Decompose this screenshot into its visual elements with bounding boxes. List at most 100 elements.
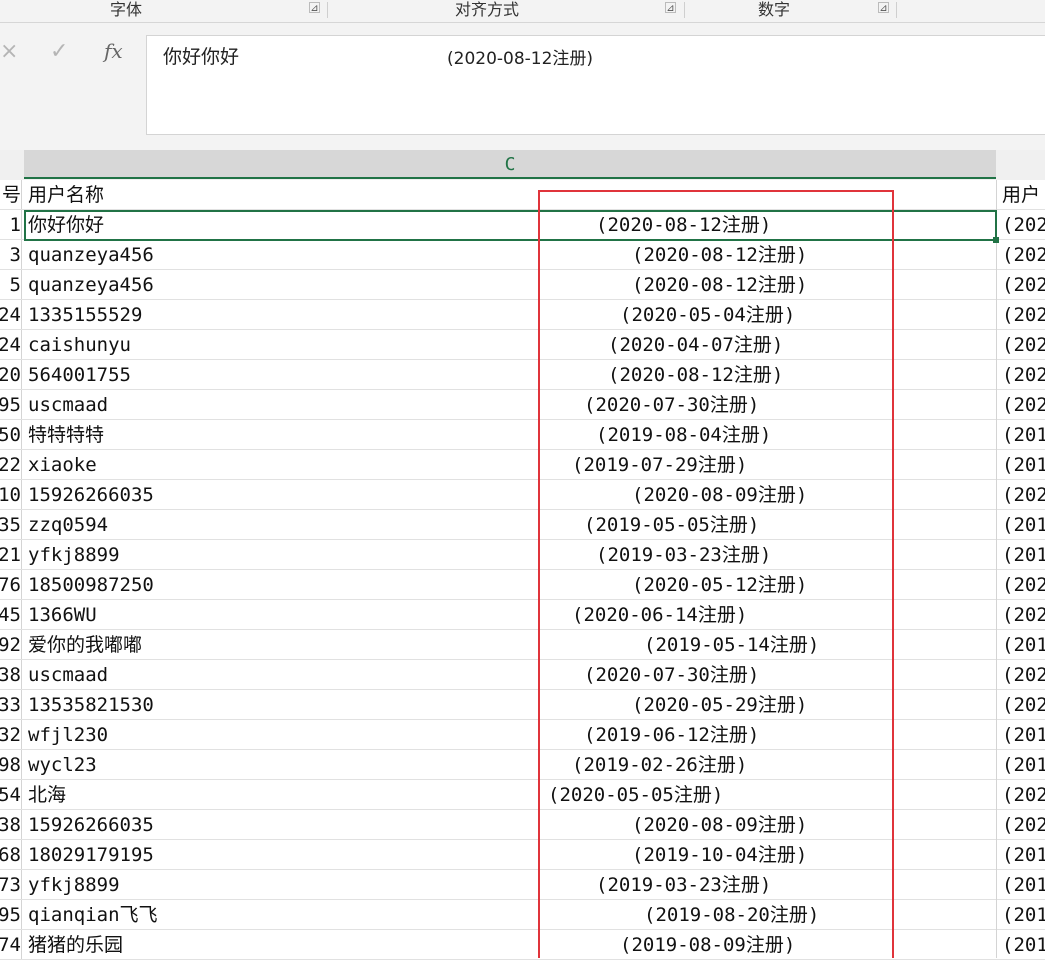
cell-username[interactable]: 18500987250 xyxy=(28,570,154,600)
cell-next-column[interactable]: (201 xyxy=(1002,930,1045,960)
row-header[interactable]: 95 xyxy=(0,390,22,419)
cell-register-date[interactable]: (2020-07-30注册) xyxy=(584,390,759,420)
cell-username[interactable]: 13535821530 xyxy=(28,690,154,720)
cell-next-column[interactable]: (201 xyxy=(1002,720,1045,750)
cell-username[interactable]: 15926266035 xyxy=(28,480,154,510)
row-header[interactable]: 68 xyxy=(0,840,22,869)
cell-next-column[interactable]: (202 xyxy=(1002,810,1045,840)
cell-next-column[interactable]: (201 xyxy=(1002,420,1045,450)
cell-register-date[interactable]: (2020-05-12注册) xyxy=(632,570,807,600)
cell-register-date[interactable]: (2019-10-04注册) xyxy=(632,840,807,870)
cell-register-date[interactable]: (2019-06-12注册) xyxy=(584,720,759,750)
cell-register-date[interactable]: (2019-07-29注册) xyxy=(572,450,747,480)
cell-register-date[interactable]: (2020-04-07注册) xyxy=(608,330,783,360)
row-header[interactable]: 74 xyxy=(0,930,22,959)
cell-next-column[interactable]: (201 xyxy=(1002,750,1045,780)
cell-next-column[interactable]: (201 xyxy=(1002,870,1045,900)
cell-next-column[interactable]: (202 xyxy=(1002,300,1045,330)
row-header[interactable]: 50 xyxy=(0,420,22,449)
cell-next-column[interactable]: (202 xyxy=(1002,600,1045,630)
number-dialog-launcher-icon[interactable]: ⊿ xyxy=(878,2,889,14)
row-header[interactable]: 98 xyxy=(0,750,22,779)
cell-register-date[interactable]: (2020-05-05注册) xyxy=(548,780,723,810)
cell-username[interactable]: quanzeya456 xyxy=(28,270,154,300)
cell-next-column[interactable]: (202 xyxy=(1002,480,1045,510)
row-header[interactable]: 号 xyxy=(0,180,22,209)
enter-check-icon[interactable]: ✓ xyxy=(50,39,68,64)
cell-register-date[interactable]: (2019-02-26注册) xyxy=(572,750,747,780)
fill-handle[interactable] xyxy=(993,237,999,243)
font-dialog-launcher-icon[interactable]: ⊿ xyxy=(309,2,320,14)
cell-username[interactable]: yfkj8899 xyxy=(28,870,120,900)
cell-next-column[interactable]: (202 xyxy=(1002,360,1045,390)
cell-next-column[interactable]: (202 xyxy=(1002,570,1045,600)
alignment-dialog-launcher-icon[interactable]: ⊿ xyxy=(665,2,676,14)
row-header[interactable]: 5 xyxy=(0,270,22,299)
cell-next-column[interactable]: (202 xyxy=(1002,780,1045,810)
cell-username[interactable]: 18029179195 xyxy=(28,840,154,870)
cell-register-date[interactable]: (2020-08-09注册) xyxy=(632,810,807,840)
row-header[interactable]: 54 xyxy=(0,780,22,809)
row-header[interactable]: 33 xyxy=(0,690,22,719)
formula-input[interactable]: 你好你好 (2020-08-12注册) xyxy=(146,35,1045,135)
cell-register-date[interactable]: (2020-08-12注册) xyxy=(632,240,807,270)
row-header[interactable]: 10 xyxy=(0,480,22,509)
row-header[interactable]: 20 xyxy=(0,360,22,389)
column-header-c[interactable]: C xyxy=(24,150,996,179)
cell-next-column[interactable]: (201 xyxy=(1002,630,1045,660)
cell-next-column[interactable]: (201 xyxy=(1002,840,1045,870)
cell-register-date[interactable]: (2019-08-04注册) xyxy=(596,420,771,450)
row-header[interactable]: 95 xyxy=(0,900,22,929)
cell-username[interactable]: wfjl230 xyxy=(28,720,108,750)
cell-username-header[interactable]: 用户名称 xyxy=(28,180,104,210)
row-header[interactable]: 38 xyxy=(0,660,22,689)
cell-username[interactable]: quanzeya456 xyxy=(28,240,154,270)
cell-next-column[interactable]: (201 xyxy=(1002,510,1045,540)
cell-register-date[interactable]: (2019-08-09注册) xyxy=(620,930,795,960)
cell-next-header[interactable]: 用户 xyxy=(1002,180,1045,210)
row-header[interactable]: 73 xyxy=(0,870,22,899)
cell-username[interactable]: wycl23 xyxy=(28,750,97,780)
row-header[interactable]: 45 xyxy=(0,600,22,629)
cell-register-date[interactable]: (2020-05-29注册) xyxy=(632,690,807,720)
row-header[interactable]: 76 xyxy=(0,570,22,599)
cell-username[interactable]: yfkj8899 xyxy=(28,540,120,570)
cell-next-column[interactable]: (202 xyxy=(1002,270,1045,300)
cell-next-column[interactable]: (202 xyxy=(1002,330,1045,360)
cell-register-date[interactable]: (2019-03-23注册) xyxy=(596,870,771,900)
cell-next-column[interactable]: (202 xyxy=(1002,240,1045,270)
cell-register-date[interactable]: (2020-08-09注册) xyxy=(632,480,807,510)
cell-register-date[interactable]: (2020-06-14注册) xyxy=(572,600,747,630)
cell-username[interactable]: 你好你好 xyxy=(28,210,104,240)
cell-next-column[interactable]: (202 xyxy=(1002,390,1045,420)
row-header[interactable]: 35 xyxy=(0,510,22,539)
cell-username[interactable]: 1366WU xyxy=(28,600,97,630)
cell-username[interactable]: uscmaad xyxy=(28,390,108,420)
cell-username[interactable]: 北海 xyxy=(28,780,66,810)
cell-next-column[interactable]: (201 xyxy=(1002,450,1045,480)
cell-username[interactable]: 564001755 xyxy=(28,360,131,390)
cell-register-date[interactable]: (2019-03-23注册) xyxy=(596,540,771,570)
row-header[interactable]: 1 xyxy=(0,210,22,239)
cancel-icon[interactable]: × xyxy=(0,39,18,64)
row-header[interactable]: 38 xyxy=(0,810,22,839)
cell-username[interactable]: zzq0594 xyxy=(28,510,108,540)
cell-register-date[interactable]: (2019-08-20注册) xyxy=(644,900,819,930)
cell-username[interactable]: 猪猪的乐园 xyxy=(28,930,123,960)
cell-register-date[interactable]: (2020-05-04注册) xyxy=(620,300,795,330)
cell-register-date[interactable]: (2020-08-12注册) xyxy=(608,360,783,390)
cell-register-date[interactable]: (2020-08-12注册) xyxy=(632,270,807,300)
cell-username[interactable]: 爱你的我嘟嘟 xyxy=(28,630,142,660)
cell-register-date[interactable]: (2019-05-05注册) xyxy=(584,510,759,540)
row-header[interactable]: 22 xyxy=(0,450,22,479)
cell-username[interactable]: uscmaad xyxy=(28,660,108,690)
cell-username[interactable]: 1335155529 xyxy=(28,300,142,330)
cell-register-date[interactable]: (2020-07-30注册) xyxy=(584,660,759,690)
row-header[interactable]: 24 xyxy=(0,300,22,329)
insert-function-icon[interactable]: fx xyxy=(104,39,123,63)
row-header[interactable]: 32 xyxy=(0,720,22,749)
cell-next-column[interactable]: (201 xyxy=(1002,540,1045,570)
cell-next-column[interactable]: (202 xyxy=(1002,210,1045,240)
cell-next-column[interactable]: (201 xyxy=(1002,900,1045,930)
cell-username[interactable]: 特特特特 xyxy=(28,420,104,450)
